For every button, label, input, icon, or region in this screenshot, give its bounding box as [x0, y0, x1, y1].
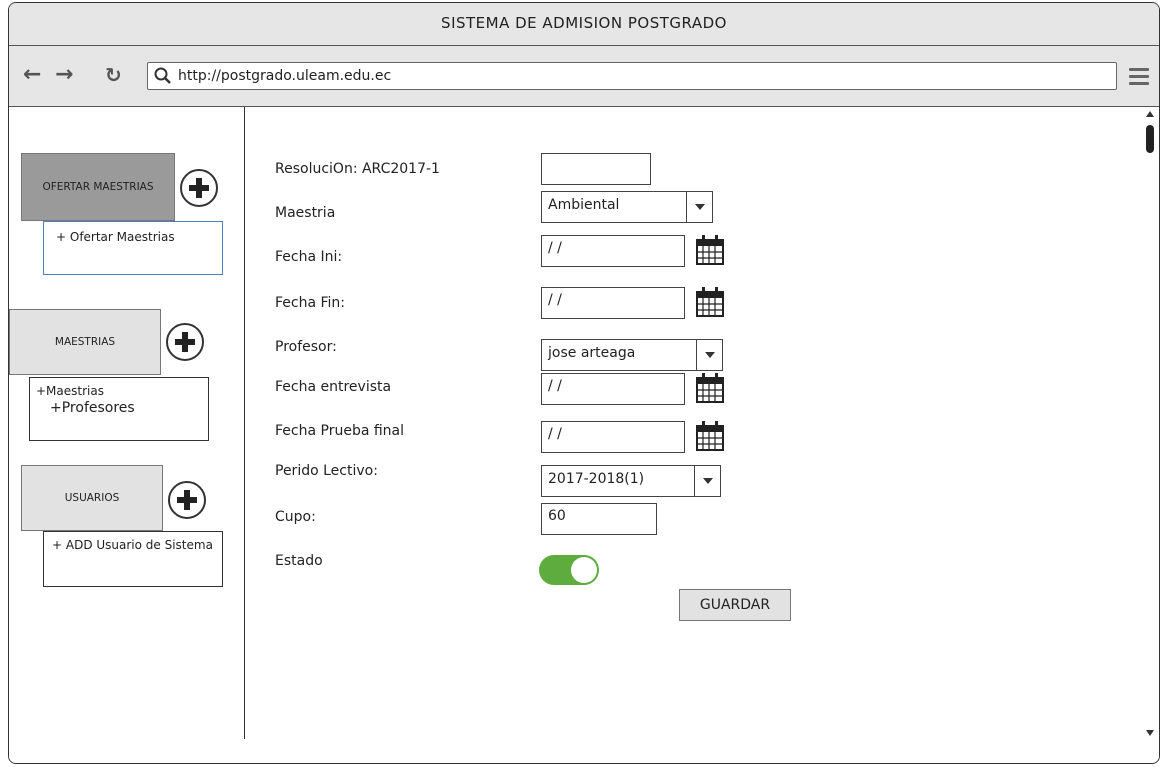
arrow-left-icon[interactable]: ← — [23, 64, 41, 86]
url-text: http://postgrado.uleam.edu.ec — [178, 68, 392, 84]
periodo-select[interactable]: 2017-2018(1) — [541, 465, 721, 497]
cupo-input[interactable]: 60 — [541, 503, 657, 535]
main-form: ResoluciOn: ARC2017-1 Maestria Ambiental… — [246, 107, 1139, 740]
fecha-ini-input[interactable]: / / — [541, 235, 685, 267]
fecha-entrevista-input[interactable]: / / — [541, 373, 685, 405]
sidebar: OFERTAR MAESTRIAS + Ofertar Maestrias MA… — [9, 107, 245, 740]
calendar-icon[interactable] — [695, 234, 725, 266]
browser-window: SISTEMA DE ADMISION POSTGRADO ← → ↻ http… — [8, 2, 1160, 764]
add-maestrias-icon[interactable] — [166, 323, 204, 361]
vertical-scrollbar[interactable] — [1141, 107, 1159, 740]
guardar-button[interactable]: GUARDAR — [679, 589, 791, 621]
scroll-down-icon[interactable] — [1146, 730, 1154, 736]
profesor-select[interactable]: jose arteaga — [541, 339, 723, 371]
submenu-item-ofertar-maestrias[interactable]: + Ofertar Maestrias — [56, 230, 222, 244]
submenu-item-maestrias[interactable]: +Maestrias — [36, 384, 208, 398]
usuarios-button[interactable]: USUARIOS — [21, 465, 163, 531]
fecha-prueba-label: Fecha Prueba final — [275, 423, 405, 439]
address-bar[interactable]: http://postgrado.uleam.edu.ec — [147, 62, 1117, 90]
periodo-value: 2017-2018(1) — [548, 471, 645, 487]
window-title: SISTEMA DE ADMISION POSTGRADO — [9, 3, 1159, 46]
resolucion-input[interactable] — [541, 153, 651, 185]
usuarios-submenu: + ADD Usuario de Sistema — [43, 531, 223, 587]
fecha-prueba-input[interactable]: / / — [541, 421, 685, 453]
submenu-item-profesores[interactable]: +Profesores — [50, 400, 208, 416]
calendar-icon[interactable] — [695, 286, 725, 318]
estado-toggle[interactable] — [539, 555, 599, 585]
estado-label: Estado — [275, 553, 323, 569]
periodo-label: Perido Lectivo: — [275, 463, 378, 479]
maestrias-submenu: +Maestrias +Profesores — [29, 377, 209, 441]
ofertar-submenu: + Ofertar Maestrias — [43, 221, 223, 275]
submenu-item-add-usuario[interactable]: + ADD Usuario de Sistema — [52, 538, 214, 552]
maestria-value: Ambiental — [548, 197, 620, 213]
resolucion-label: ResoluciOn: ARC2017-1 — [275, 161, 440, 177]
cupo-label: Cupo: — [275, 509, 316, 525]
search-icon — [154, 67, 171, 84]
scroll-up-icon[interactable] — [1146, 111, 1154, 117]
chevron-down-icon — [686, 192, 712, 222]
scroll-thumb[interactable] — [1146, 125, 1154, 153]
fecha-fin-input[interactable]: / / — [541, 287, 685, 319]
chevron-down-icon — [696, 340, 722, 370]
fecha-fin-label: Fecha Fin: — [275, 295, 346, 311]
maestria-select[interactable]: Ambiental — [541, 191, 713, 223]
maestria-label: Maestria — [275, 205, 336, 221]
fecha-ini-label: Fecha Ini: — [275, 249, 343, 265]
toggle-knob — [571, 557, 597, 583]
reload-icon[interactable]: ↻ — [105, 64, 122, 86]
calendar-icon[interactable] — [695, 420, 725, 452]
hamburger-menu-icon[interactable] — [1129, 68, 1149, 89]
ofertar-maestrias-button[interactable]: OFERTAR MAESTRIAS — [21, 153, 175, 221]
profesor-label: Profesor: — [275, 339, 337, 355]
add-usuarios-icon[interactable] — [168, 481, 206, 519]
browser-toolbar: ← → ↻ http://postgrado.uleam.edu.ec — [9, 46, 1159, 107]
maestrias-button[interactable]: MAESTRIAS — [9, 309, 161, 375]
fecha-entrevista-label: Fecha entrevista — [275, 379, 392, 395]
calendar-icon[interactable] — [695, 372, 725, 404]
status-bar — [9, 739, 1159, 763]
chevron-down-icon — [694, 466, 720, 496]
profesor-value: jose arteaga — [548, 345, 636, 361]
add-ofertar-icon[interactable] — [180, 169, 218, 207]
arrow-right-icon[interactable]: → — [55, 64, 73, 86]
